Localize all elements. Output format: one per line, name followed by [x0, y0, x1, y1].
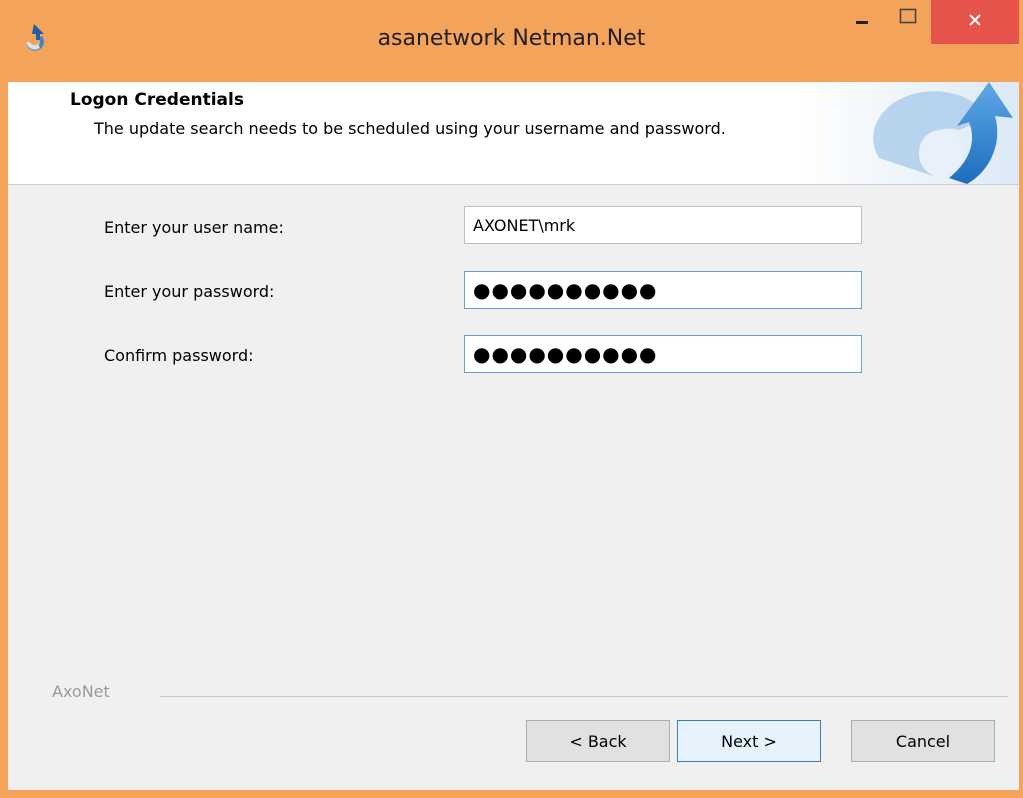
maximize-icon	[899, 8, 917, 28]
confirm-password-input[interactable]	[464, 335, 862, 373]
username-label: Enter your user name:	[104, 218, 284, 237]
footer-divider	[160, 696, 1008, 697]
update-arrow-icon	[799, 82, 1019, 184]
wizard-page: Logon Credentials The update search need…	[8, 82, 1019, 790]
page-title: Logon Credentials	[70, 90, 244, 110]
wizard-header: Logon Credentials The update search need…	[8, 82, 1019, 185]
close-button[interactable]	[931, 0, 1019, 44]
minimize-icon	[855, 9, 869, 28]
password-input[interactable]	[464, 271, 862, 309]
title-bar[interactable]: asanetwork Netman.Net	[0, 0, 1023, 82]
dialog-window: asanetwork Netman.Net Logon Credentials …	[0, 0, 1023, 798]
page-description: The update search needs to be scheduled …	[94, 119, 726, 138]
password-label: Enter your password:	[104, 282, 275, 301]
brand-label: AxoNet	[52, 682, 110, 701]
close-icon	[967, 12, 983, 32]
cancel-button[interactable]: Cancel	[851, 720, 995, 762]
username-input[interactable]	[464, 206, 862, 244]
maximize-button[interactable]	[886, 0, 930, 36]
next-button[interactable]: Next >	[677, 720, 821, 762]
minimize-button[interactable]	[840, 0, 884, 36]
back-button[interactable]: < Back	[526, 720, 670, 762]
confirm-password-label: Confirm password:	[104, 346, 254, 365]
